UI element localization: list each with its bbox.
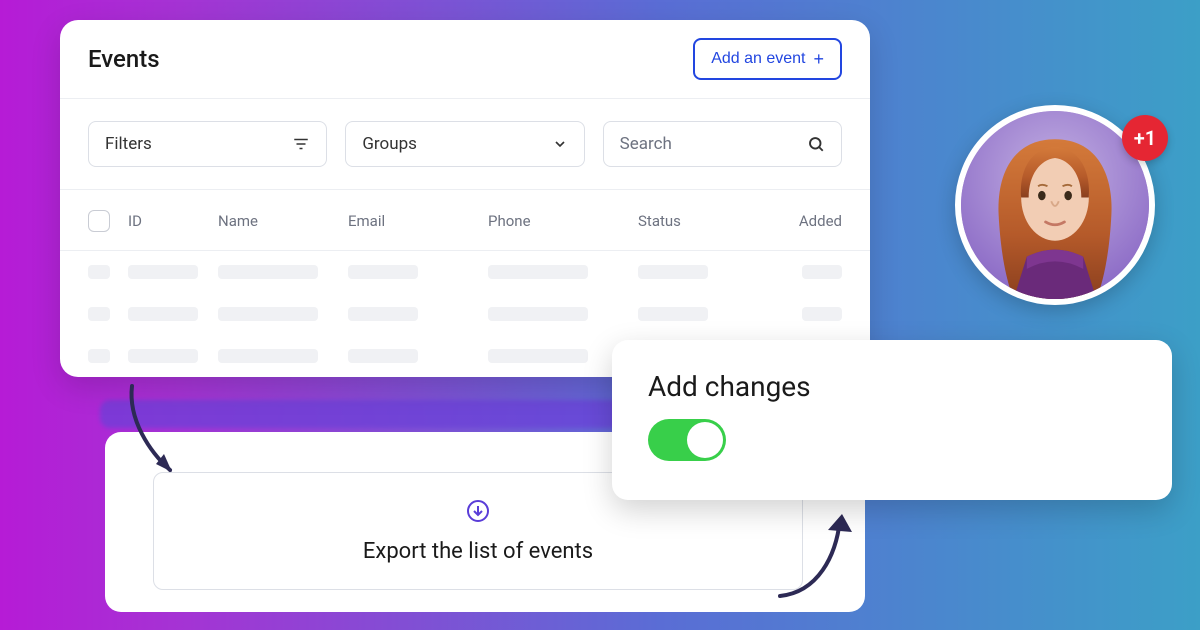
column-added: Added <box>778 212 842 230</box>
skeleton <box>638 265 708 279</box>
table-row <box>60 293 870 335</box>
badge-count: +1 <box>1134 126 1156 150</box>
skeleton <box>218 307 318 321</box>
column-phone: Phone <box>488 212 638 230</box>
filter-icon <box>292 135 310 153</box>
add-changes-title: Add changes <box>648 370 1136 403</box>
skeleton <box>802 265 842 279</box>
skeleton <box>348 349 418 363</box>
select-all-checkbox[interactable] <box>88 210 110 232</box>
add-event-label: Add an event <box>711 50 805 68</box>
add-changes-card: Add changes <box>612 340 1172 500</box>
column-email: Email <box>348 212 488 230</box>
search-input[interactable]: Search <box>603 121 842 167</box>
events-card: Events Add an event + Filters Groups Sea… <box>60 20 870 377</box>
arrow-right <box>770 500 880 610</box>
skeleton <box>128 307 198 321</box>
skeleton <box>488 307 588 321</box>
events-header: Events Add an event + <box>60 20 870 99</box>
notification-badge[interactable]: +1 <box>1122 115 1168 161</box>
export-text: Export the list of events <box>363 539 593 564</box>
skeleton <box>128 265 198 279</box>
column-name: Name <box>218 212 348 230</box>
search-icon <box>807 135 825 153</box>
groups-dropdown[interactable]: Groups <box>345 121 584 167</box>
plus-icon: + <box>813 50 824 68</box>
skeleton <box>802 307 842 321</box>
skeleton <box>88 349 110 363</box>
skeleton <box>348 307 418 321</box>
toggle-knob <box>687 422 723 458</box>
filters-row: Filters Groups Search <box>60 99 870 190</box>
skeleton <box>488 265 588 279</box>
skeleton <box>218 349 318 363</box>
groups-label: Groups <box>362 134 417 154</box>
filters-label: Filters <box>105 134 152 154</box>
arrow-left <box>108 380 198 490</box>
skeleton <box>218 265 318 279</box>
table-row <box>60 251 870 293</box>
add-changes-toggle[interactable] <box>648 419 726 461</box>
skeleton <box>88 265 110 279</box>
column-id: ID <box>128 212 218 230</box>
skeleton <box>488 349 588 363</box>
table-header: ID Name Email Phone Status Added <box>60 190 870 251</box>
search-placeholder: Search <box>620 134 672 154</box>
skeleton <box>638 307 708 321</box>
add-event-button[interactable]: Add an event + <box>693 38 842 80</box>
column-status: Status <box>638 212 778 230</box>
download-icon <box>466 499 490 527</box>
skeleton <box>348 265 418 279</box>
skeleton <box>88 307 110 321</box>
filters-dropdown[interactable]: Filters <box>88 121 327 167</box>
chevron-down-icon <box>552 136 568 152</box>
skeleton <box>128 349 198 363</box>
events-title: Events <box>88 45 160 73</box>
